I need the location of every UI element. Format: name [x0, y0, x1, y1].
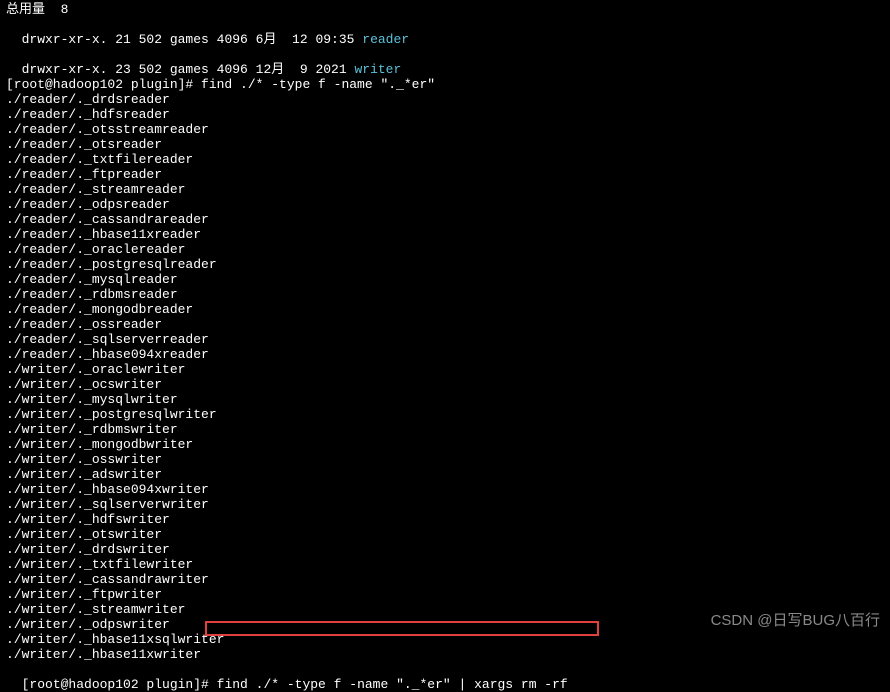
result-line: ./writer/._mysqlwriter [6, 392, 884, 407]
result-line: ./writer/._sqlserverwriter [6, 497, 884, 512]
usage-line: 总用量 8 [6, 2, 884, 17]
result-line: ./writer/._ftpwriter [6, 587, 884, 602]
result-line: ./reader/._hbase11xreader [6, 227, 884, 242]
prompt-user-host: [root@hadoop102 plugin]# [22, 677, 209, 692]
result-line: ./writer/._streamwriter [6, 602, 884, 617]
dir-writer: writer [354, 62, 401, 77]
ls-prefix-reader: drwxr-xr-x. 21 502 games 4096 6月 12 09:3… [22, 32, 363, 47]
result-line: ./writer/._hbase094xwriter [6, 482, 884, 497]
result-line: ./reader/._ftpreader [6, 167, 884, 182]
prompt-find-command[interactable]: [root@hadoop102 plugin]# find ./* -type … [6, 77, 884, 92]
result-line: ./reader/._rdbmsreader [6, 287, 884, 302]
result-line: ./reader/._otsstreamreader [6, 122, 884, 137]
results-list: ./reader/._drdsreader./reader/._hdfsread… [6, 92, 884, 662]
result-line: ./writer/._oraclewriter [6, 362, 884, 377]
result-line: ./reader/._hdfsreader [6, 107, 884, 122]
result-line: ./reader/._otsreader [6, 137, 884, 152]
result-line: ./reader/._streamreader [6, 182, 884, 197]
result-line: ./reader/._mongodbreader [6, 302, 884, 317]
result-line: ./writer/._cassandrawriter [6, 572, 884, 587]
result-line: ./reader/._sqlserverreader [6, 332, 884, 347]
result-line: ./reader/._odpsreader [6, 197, 884, 212]
result-line: ./writer/._rdbmswriter [6, 422, 884, 437]
result-line: ./reader/._mysqlreader [6, 272, 884, 287]
result-line: ./writer/._hdfswriter [6, 512, 884, 527]
result-line: ./writer/._mongodbwriter [6, 437, 884, 452]
result-line: ./writer/._osswriter [6, 452, 884, 467]
result-line: ./writer/._txtfilewriter [6, 557, 884, 572]
result-line: ./reader/._postgresqlreader [6, 257, 884, 272]
result-line: ./writer/._hbase11xsqlwriter [6, 632, 884, 647]
result-line: ./writer/._otswriter [6, 527, 884, 542]
result-line: ./reader/._cassandrareader [6, 212, 884, 227]
result-line: ./reader/._oraclereader [6, 242, 884, 257]
result-line: ./reader/._ossreader [6, 317, 884, 332]
result-line: ./writer/._adswriter [6, 467, 884, 482]
result-line: ./writer/._drdswriter [6, 542, 884, 557]
result-line: ./writer/._ocswriter [6, 377, 884, 392]
result-line: ./writer/._postgresqlwriter [6, 407, 884, 422]
result-line: ./reader/._drdsreader [6, 92, 884, 107]
result-line: ./writer/._hbase11xwriter [6, 647, 884, 662]
result-line: ./reader/._txtfilereader [6, 152, 884, 167]
dir-reader: reader [362, 32, 409, 47]
prompt-find-xargs[interactable]: [root@hadoop102 plugin]# find ./* -type … [6, 662, 884, 692]
ls-entry-reader: drwxr-xr-x. 21 502 games 4096 6月 12 09:3… [6, 17, 884, 47]
ls-prefix-writer: drwxr-xr-x. 23 502 games 4096 12月 9 2021 [22, 62, 355, 77]
prompt-xargs-command: find ./* -type f -name "._*er" | xargs r… [209, 677, 568, 692]
ls-entry-writer: drwxr-xr-x. 23 502 games 4096 12月 9 2021… [6, 47, 884, 77]
result-line: ./writer/._odpswriter [6, 617, 884, 632]
result-line: ./reader/._hbase094xreader [6, 347, 884, 362]
